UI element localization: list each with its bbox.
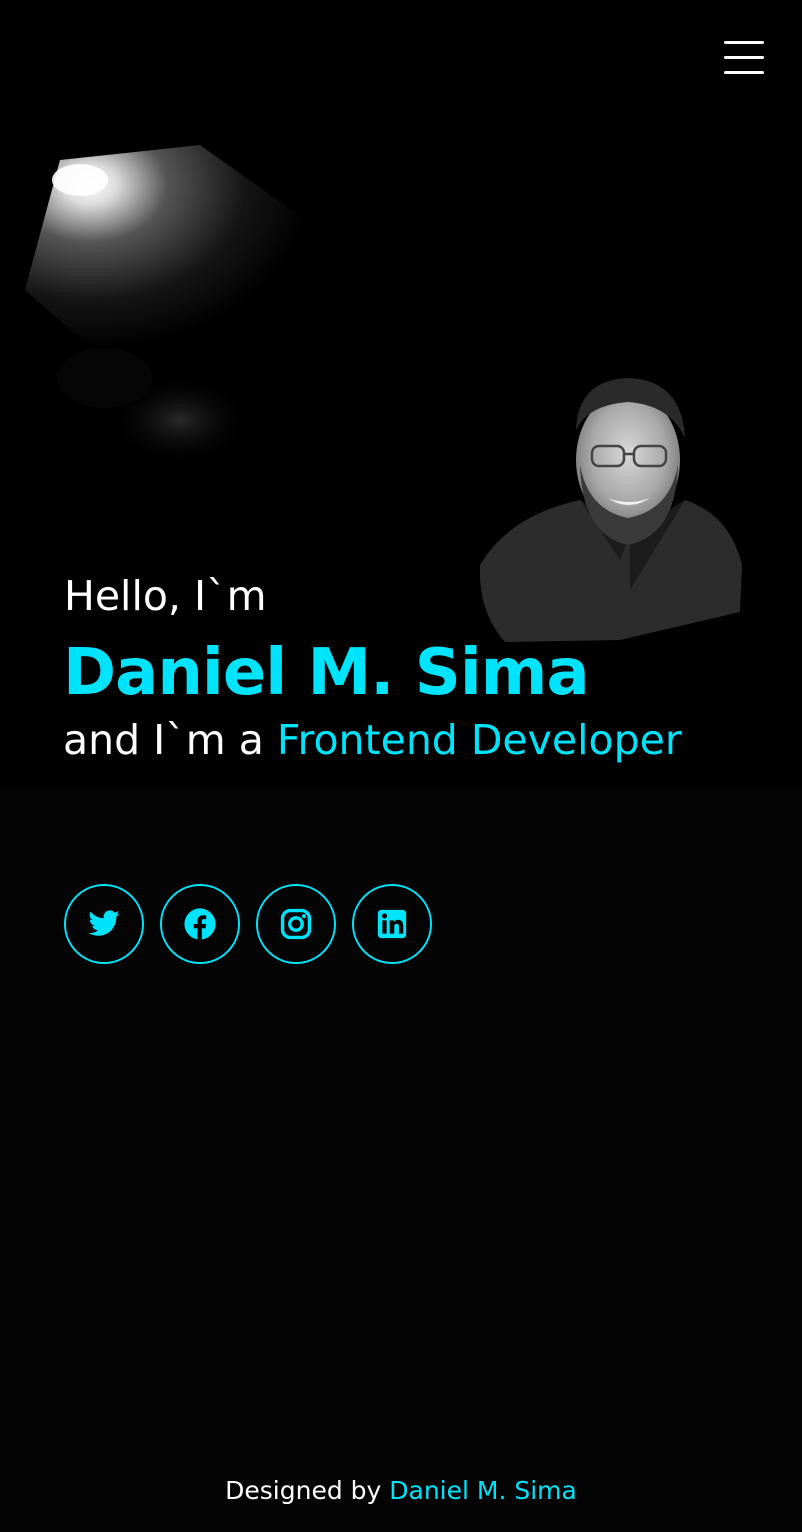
role-line: and I`m a Frontend Developer	[63, 716, 682, 764]
role-title: Frontend Developer	[276, 716, 682, 764]
twitter-link[interactable]	[64, 884, 144, 964]
instagram-link[interactable]	[256, 884, 336, 964]
footer-author-link[interactable]: Daniel M. Sima	[389, 1476, 577, 1505]
hamburger-menu-icon	[724, 41, 764, 44]
hero-section: Hello, I`m Daniel M. Sima and I`m a Fron…	[0, 0, 802, 788]
spotlight-lamp-image	[25, 145, 320, 465]
greeting-text: Hello, I`m	[64, 572, 267, 620]
menu-button[interactable]	[722, 38, 766, 78]
twitter-icon	[88, 910, 120, 936]
facebook-link[interactable]	[160, 884, 240, 964]
profile-name: Daniel M. Sima	[63, 636, 590, 710]
footer-prefix: Designed by	[225, 1476, 390, 1505]
facebook-icon	[184, 908, 216, 940]
linkedin-icon	[377, 909, 407, 939]
profile-portrait-image	[479, 378, 742, 642]
instagram-icon	[280, 908, 312, 940]
role-prefix-text: and I`m a	[63, 716, 277, 764]
social-links	[64, 884, 432, 964]
footer-credit: Designed by Daniel M. Sima	[0, 1476, 802, 1505]
linkedin-link[interactable]	[352, 884, 432, 964]
